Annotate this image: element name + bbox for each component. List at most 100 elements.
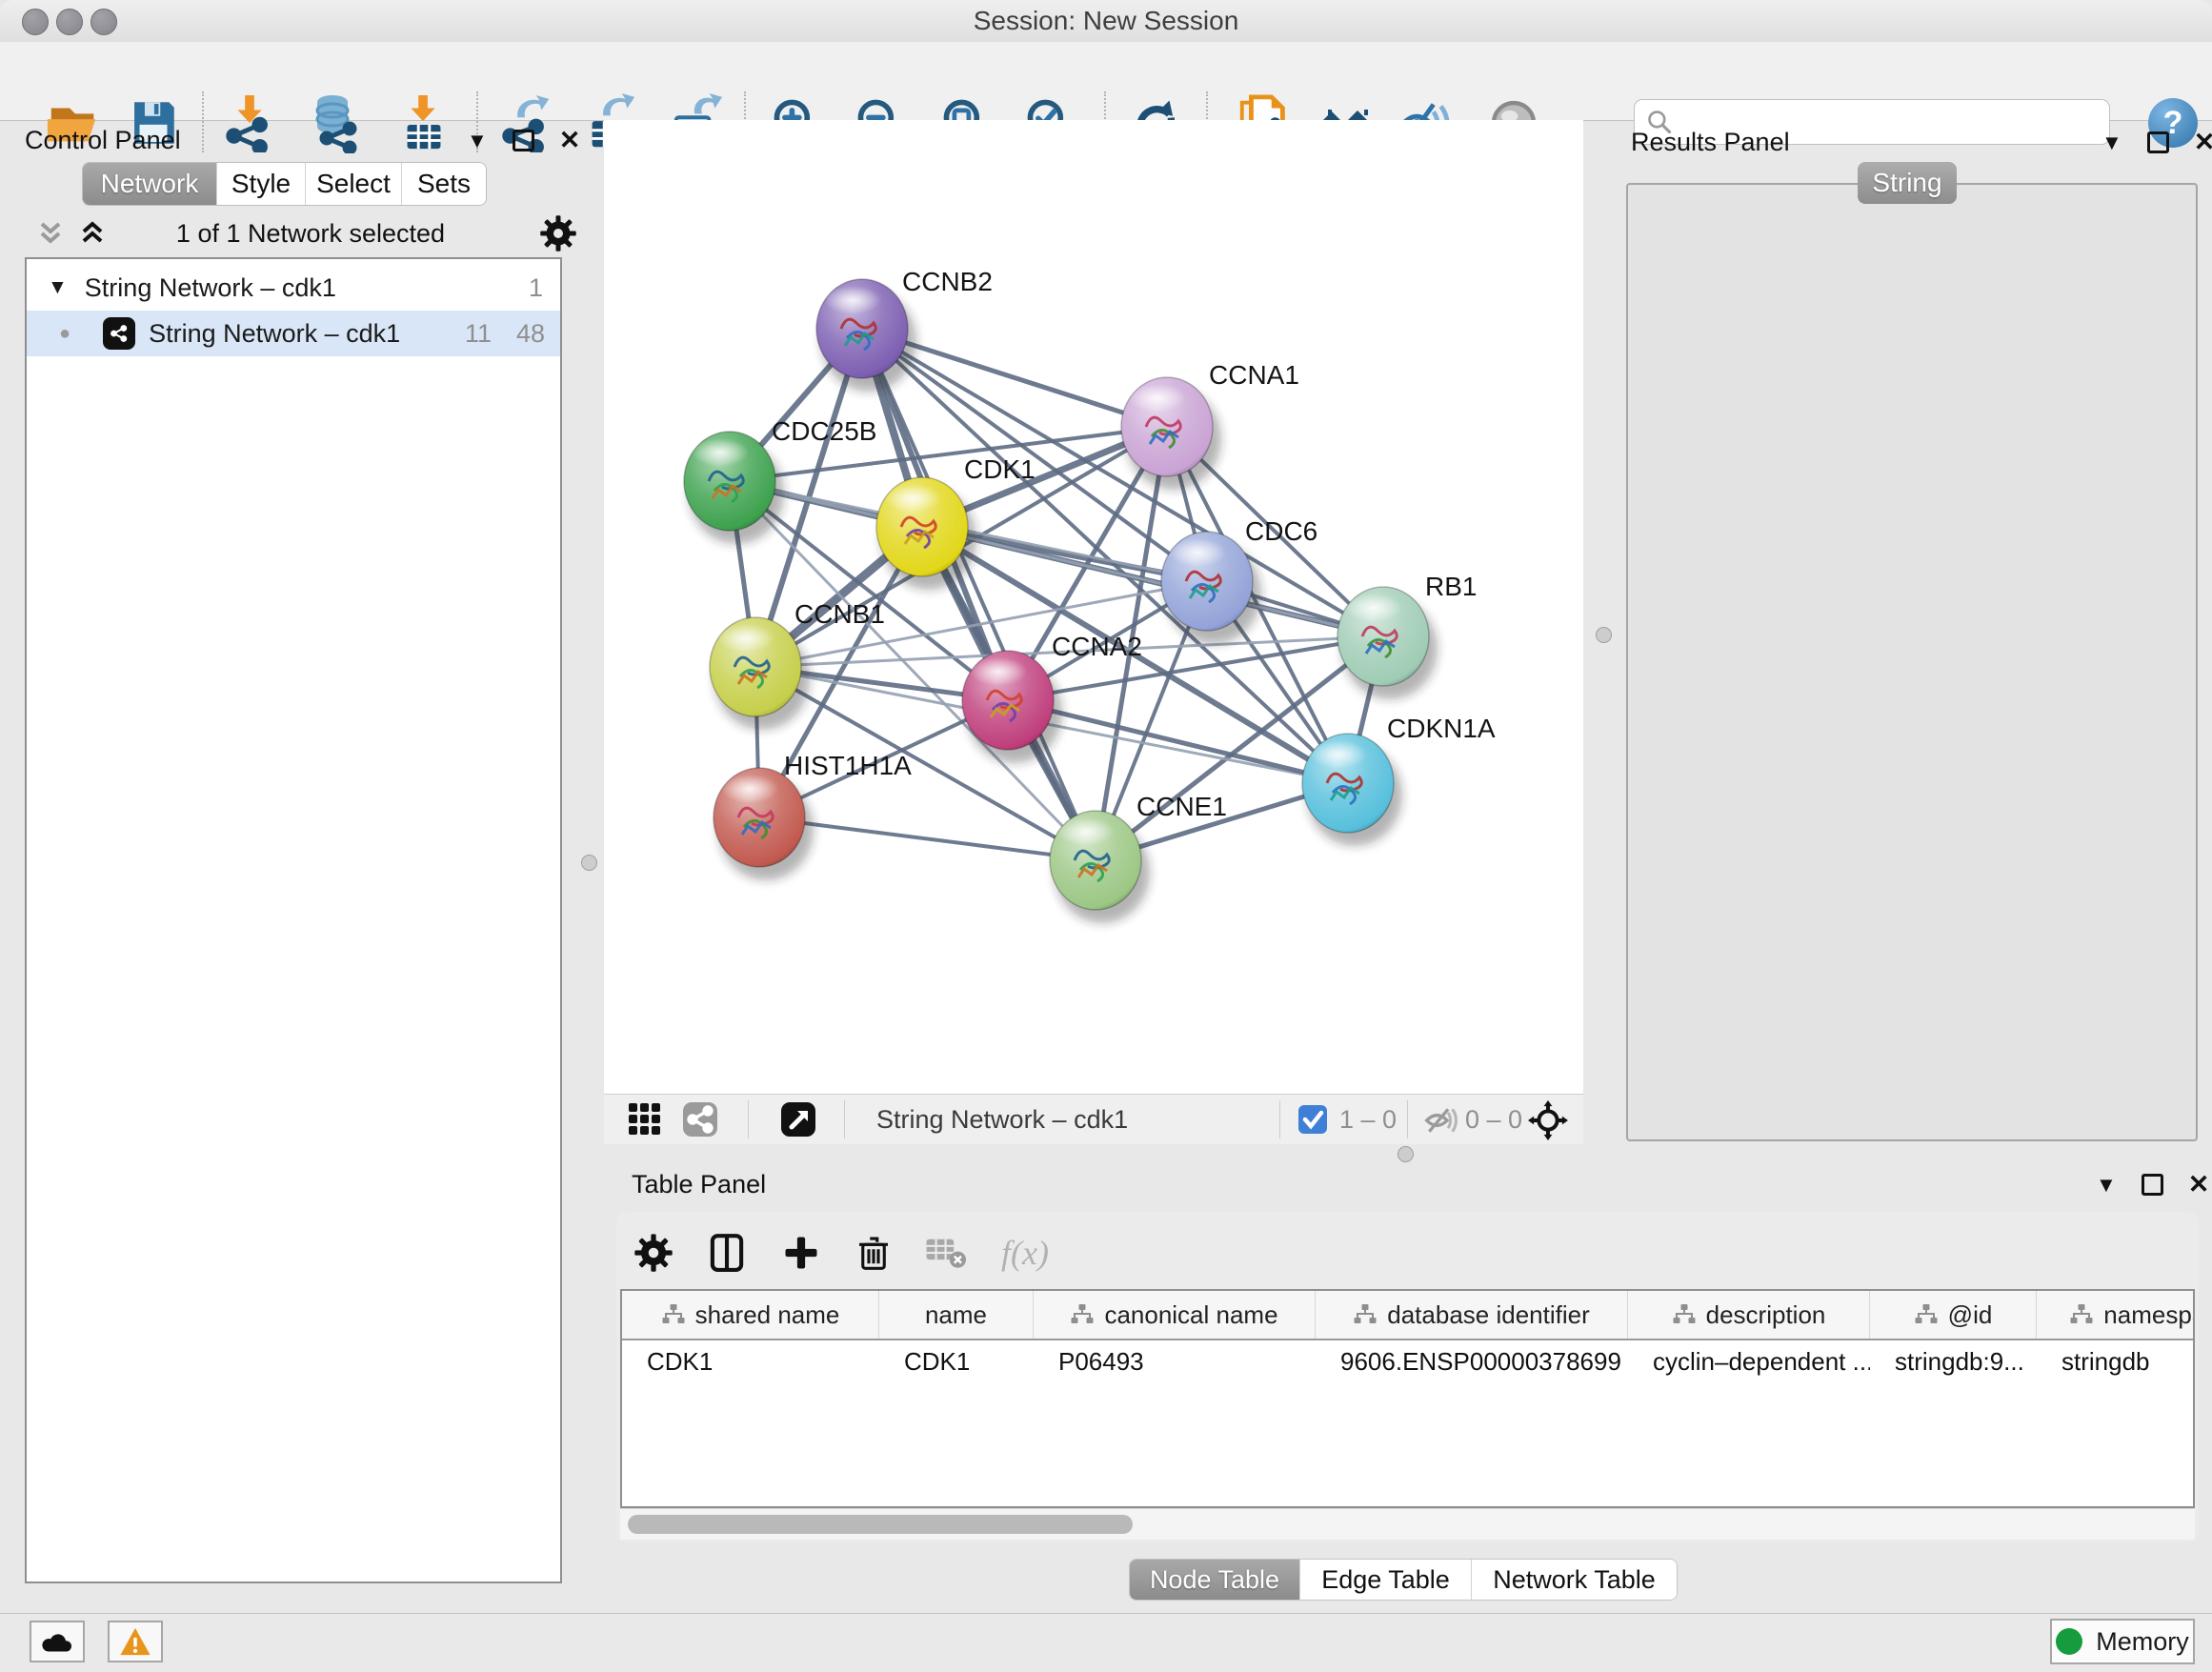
node-CCNB1[interactable]: CCNB1 — [710, 599, 885, 730]
clear-table-icon[interactable] — [925, 1234, 969, 1272]
column-tree-icon — [1353, 1303, 1377, 1326]
import-network-icon[interactable] — [219, 91, 282, 154]
add-column-icon[interactable] — [780, 1232, 822, 1274]
table-row[interactable]: CDK1CDK1P064939606.ENSP00000378699cyclin… — [622, 1340, 2193, 1382]
expand-all-networks-icon[interactable] — [78, 218, 107, 249]
tab-edge-table[interactable]: Edge Table — [1300, 1560, 1472, 1600]
footer-separator — [1407, 1100, 1408, 1138]
node-CDC25B[interactable]: CDC25B — [684, 416, 876, 544]
close-panel-icon[interactable]: ✕ — [2188, 1172, 2210, 1198]
float-panel-icon[interactable] — [2147, 131, 2169, 153]
collapse-panel-icon[interactable]: ▼ — [2101, 132, 2122, 153]
column-header-name[interactable]: name — [879, 1291, 1034, 1339]
control-panel-tabs: Network Style Select Sets — [82, 162, 487, 206]
collapse-panel-icon[interactable]: ▼ — [2096, 1175, 2117, 1196]
tab-network-table[interactable]: Network Table — [1472, 1560, 1677, 1600]
edge-CCNB2-CCNE1[interactable] — [862, 329, 1096, 860]
float-panel-icon[interactable] — [513, 130, 534, 151]
column-header-shared-name[interactable]: shared name — [622, 1291, 879, 1339]
table-horizontal-scrollbar[interactable] — [620, 1508, 2195, 1540]
current-network-bullet-icon: ● — [59, 323, 70, 345]
node-CCNE1[interactable]: CCNE1 — [1050, 792, 1227, 923]
column-header-namespace[interactable]: namespace — [2037, 1291, 2195, 1339]
node-HIST1H1A[interactable]: HIST1H1A — [714, 751, 912, 880]
node-label-CCNB1: CCNB1 — [794, 599, 885, 629]
float-panel-icon[interactable] — [2142, 1174, 2163, 1196]
node-label-CDKN1A: CDKN1A — [1387, 714, 1496, 743]
collapse-panel-icon[interactable]: ▼ — [467, 131, 488, 151]
network-canvas[interactable]: CCNB2 CCNA1 CDC25B CDK1 CDC6 RB1 CCNB1 CCNA2 CDK… — [604, 120, 1583, 1094]
window-title: Session: New Session — [0, 0, 2212, 42]
column-tree-icon — [2069, 1303, 2094, 1326]
grid-view-icon[interactable] — [627, 1101, 663, 1138]
node-label-RB1: RB1 — [1425, 572, 1477, 601]
close-panel-icon[interactable]: ✕ — [2194, 130, 2212, 155]
column-tree-icon — [1672, 1303, 1697, 1326]
tree-expand-icon[interactable]: ▼ — [48, 276, 68, 299]
footer-separator — [844, 1100, 845, 1138]
column-header-label: @id — [1948, 1300, 1993, 1330]
network-tree-root-row[interactable]: ▼ String Network – cdk1 1 — [27, 265, 560, 311]
node-CDKN1A[interactable]: CDKN1A — [1302, 714, 1496, 846]
network-tree: ▼ String Network – cdk1 1 ● String Netwo… — [25, 257, 562, 1583]
node-RB1[interactable]: RB1 — [1337, 572, 1477, 699]
node-CDC6[interactable]: CDC6 — [1161, 516, 1317, 644]
node-label-CCNB2: CCNB2 — [902, 267, 993, 296]
footer-separator — [1279, 1100, 1280, 1138]
left-splitter-handle[interactable] — [581, 855, 597, 871]
hidden-eye-slash-icon[interactable] — [1423, 1104, 1458, 1137]
collapse-all-networks-icon[interactable] — [36, 218, 65, 249]
memory-status-dot-icon — [2056, 1628, 2082, 1655]
node-CDK1[interactable]: CDK1 — [876, 454, 1036, 590]
import-table-from-database-icon[interactable] — [305, 91, 368, 154]
node-CCNA1[interactable]: CCNA1 — [1121, 360, 1299, 490]
string-network-icon[interactable] — [682, 1101, 718, 1138]
table-panel-chrome: ▼ ✕ — [2096, 1172, 2209, 1198]
network-graph[interactable]: CCNB2 CCNA1 CDC25B CDK1 CDC6 RB1 CCNB1 CCNA2 CDK… — [604, 120, 1583, 1094]
network-label: String Network – cdk1 — [149, 319, 400, 349]
network-view-toolbar: String Network – cdk1 1 – 0 0 – 0 — [604, 1094, 1583, 1144]
column-header--id[interactable]: @id — [1870, 1291, 2037, 1339]
column-header-description[interactable]: description — [1628, 1291, 1870, 1339]
table-body: CDK1CDK1P064939606.ENSP00000378699cyclin… — [622, 1340, 2193, 1382]
right-splitter-handle[interactable] — [1596, 627, 1612, 643]
memory-button[interactable]: Memory — [2050, 1619, 2195, 1664]
birdseye-view-icon[interactable] — [780, 1101, 816, 1138]
network-options-gear-icon[interactable] — [539, 214, 577, 252]
column-header-canonical-name[interactable]: canonical name — [1034, 1291, 1316, 1339]
horizontal-splitter-handle[interactable] — [1398, 1146, 1414, 1162]
cloud-icon — [40, 1628, 74, 1655]
tab-network[interactable]: Network — [83, 163, 217, 205]
node-count: 11 — [465, 319, 492, 349]
scrollbar-thumb[interactable] — [628, 1515, 1133, 1534]
delete-column-icon[interactable] — [855, 1232, 893, 1274]
column-tree-icon — [1070, 1303, 1095, 1326]
node-label-CDC25B: CDC25B — [772, 416, 876, 446]
string-app-icon — [103, 317, 135, 350]
selected-checkbox-icon[interactable] — [1297, 1104, 1328, 1135]
show-columns-icon[interactable] — [706, 1231, 748, 1275]
node-CCNB2[interactable]: CCNB2 — [816, 267, 993, 392]
table-toolbar: f(x) — [633, 1221, 1049, 1284]
tab-select[interactable]: Select — [306, 163, 402, 205]
network-tree-child-row[interactable]: ● String Network – cdk1 11 48 — [27, 311, 560, 356]
close-panel-icon[interactable]: ✕ — [559, 128, 581, 153]
tab-style[interactable]: Style — [217, 163, 306, 205]
column-header-database-identifier[interactable]: database identifier — [1316, 1291, 1628, 1339]
results-tab-string[interactable]: String — [1858, 162, 1957, 204]
function-builder-icon[interactable]: f(x) — [1001, 1233, 1049, 1273]
tab-sets[interactable]: Sets — [402, 163, 486, 205]
table-cell: P06493 — [1034, 1340, 1316, 1382]
table-settings-gear-icon[interactable] — [633, 1233, 674, 1273]
node-label-CCNA2: CCNA2 — [1052, 632, 1142, 661]
tab-node-table[interactable]: Node Table — [1130, 1560, 1300, 1600]
cloud-button[interactable] — [30, 1621, 85, 1662]
import-table-icon[interactable] — [392, 91, 455, 154]
warnings-button[interactable] — [108, 1621, 163, 1662]
node-label-CCNA1: CCNA1 — [1209, 360, 1299, 390]
network-list-toolbar: 1 of 1 Network selected — [25, 212, 562, 255]
pan-crosshair-icon[interactable] — [1528, 1100, 1568, 1140]
edge-count: 48 — [516, 319, 545, 349]
column-header-label: shared name — [695, 1300, 840, 1330]
node-label-CDK1: CDK1 — [964, 454, 1036, 484]
